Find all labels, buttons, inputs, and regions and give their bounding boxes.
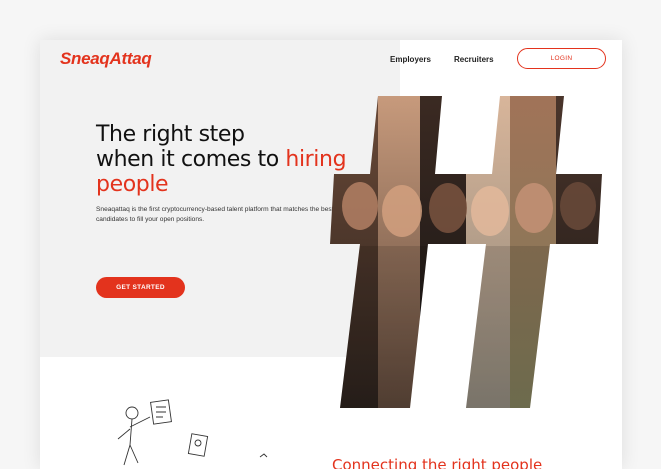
brand-logo[interactable]: SneaqAttaq	[60, 49, 152, 69]
nav-employers-link[interactable]: Employers	[390, 55, 431, 64]
hero-description: Sneaqattaq is the first cryptocurrency-b…	[96, 206, 334, 223]
hero-headline: The right step when it comes to hiring p…	[96, 122, 347, 197]
nav-recruiters-link[interactable]: Recruiters	[454, 55, 494, 64]
hashtag-collage-image	[330, 96, 602, 408]
login-button[interactable]: LOGIN	[517, 48, 606, 69]
section-title: Connecting the right people	[332, 456, 543, 469]
headline-accent-people: people	[96, 172, 169, 197]
headline-line-1: The right step	[96, 122, 245, 147]
page-frame: SneaqAttaq Employers Recruiters LOGIN Th…	[40, 40, 622, 469]
headline-line-2-text: when it comes to	[96, 147, 286, 172]
headline-line-2: when it comes to hiring	[96, 147, 347, 172]
get-started-button[interactable]: GET STARTED	[96, 277, 185, 298]
sketch-illustration	[117, 399, 268, 466]
